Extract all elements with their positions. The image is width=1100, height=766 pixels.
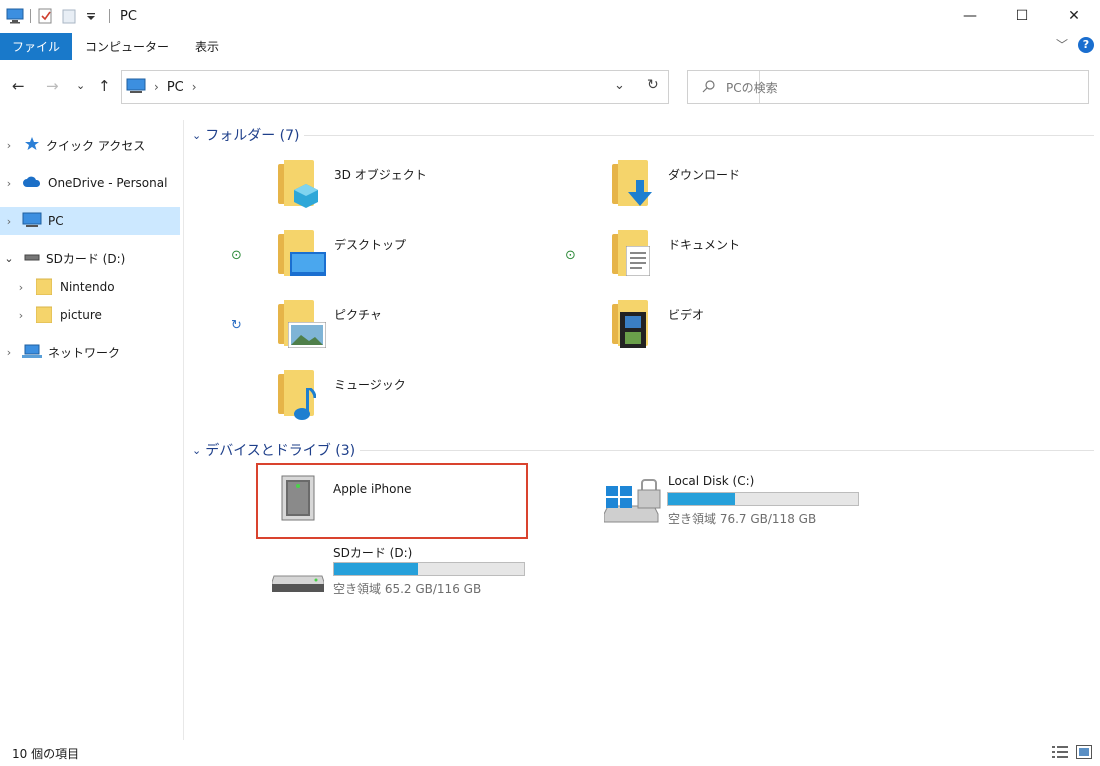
minimize-button[interactable]: — (944, 0, 996, 32)
chevron-right-icon[interactable]: › (0, 177, 18, 190)
cloud-icon (22, 175, 42, 192)
pc-icon (126, 78, 146, 97)
chevron-right-icon[interactable]: › (12, 309, 30, 322)
nav-item-sd-card[interactable]: ⌄ SDカード (D:) (0, 245, 180, 271)
address-bar[interactable]: › PC › ⌄ ↻ (121, 70, 760, 104)
window-title: PC (120, 8, 137, 24)
navigation-pane: › クイック アクセス › OneDrive - Personal › PC ⌄… (0, 120, 184, 740)
pc-icon[interactable] (6, 8, 24, 24)
sync-ok-icon: ⊙ (565, 248, 576, 263)
drive-tile-sd-card-d[interactable]: SDカード (D:) 空き領域 65.2 GB/116 GB (271, 540, 542, 600)
nav-label: ネットワーク (48, 345, 121, 360)
sync-ok-icon: ⊙ (231, 248, 242, 263)
drive-icon (24, 251, 40, 265)
nav-item-network[interactable]: › ネットワーク (0, 339, 180, 365)
address-row: ← → ⌄ ↑ › PC › ⌄ ↻ PCの検索 (0, 68, 1100, 106)
chevron-down-icon: ⌄ (192, 443, 202, 457)
folder-tile-documents[interactable]: ドキュメント (612, 230, 862, 286)
address-dropdown-icon[interactable]: ⌄ (614, 78, 625, 93)
close-button[interactable]: ✕ (1048, 0, 1100, 32)
tab-file[interactable]: ファイル (0, 33, 73, 60)
drive-tile-local-disk-c[interactable]: Local Disk (C:) 空き領域 76.7 GB/118 GB (603, 470, 874, 531)
quick-access-toolbar: PC (0, 0, 137, 32)
nav-item-nintendo[interactable]: › Nintendo (0, 274, 180, 300)
title-bar: PC — ☐ ✕ (0, 0, 1100, 32)
network-icon (22, 343, 42, 362)
folder-tile-pictures[interactable]: ピクチャ (278, 300, 528, 356)
back-button[interactable]: ← (12, 77, 25, 95)
new-folder-icon[interactable] (61, 8, 79, 24)
removable-drive-icon (271, 570, 325, 597)
customize-toolbar-icon[interactable] (85, 8, 103, 24)
nav-label: クイック アクセス (46, 138, 146, 153)
chevron-down-icon[interactable]: ⌄ (0, 252, 18, 265)
maximize-button[interactable]: ☐ (996, 0, 1048, 32)
folder-tile-3d-objects[interactable]: 3D オブジェクト (278, 160, 528, 216)
sync-pending-icon: ↻ (231, 318, 242, 333)
search-placeholder: PCの検索 (726, 80, 778, 95)
system-drive-icon (603, 472, 662, 531)
star-icon (24, 136, 40, 155)
highlight-box (256, 463, 528, 539)
tab-view[interactable]: 表示 (182, 33, 232, 60)
chevron-right-icon[interactable]: › (0, 215, 18, 228)
nav-label: PC (48, 214, 64, 228)
storage-usage-fill (668, 493, 735, 505)
recent-locations-button[interactable]: ⌄ (76, 79, 85, 92)
folder-tile-videos[interactable]: ビデオ (612, 300, 862, 356)
expand-ribbon-icon[interactable]: ﹀ (1056, 36, 1068, 53)
ribbon-tabs: ファイル コンピューター 表示 ﹀ ? (0, 33, 1100, 60)
breadcrumb-separator[interactable]: › (154, 80, 159, 94)
details-view-icon[interactable] (1052, 745, 1068, 759)
chevron-right-icon[interactable]: › (0, 346, 18, 359)
nav-label: Nintendo (60, 280, 115, 294)
folder-tile-desktop[interactable]: デスクトップ (278, 230, 528, 286)
help-icon[interactable]: ? (1078, 36, 1094, 53)
chevron-right-icon[interactable]: › (0, 139, 18, 152)
nav-item-onedrive[interactable]: › OneDrive - Personal (0, 170, 180, 196)
storage-usage-bar (667, 492, 859, 506)
group-header-folders[interactable]: ⌄ フォルダー (7) (192, 125, 300, 145)
nav-item-quick-access[interactable]: › クイック アクセス (0, 132, 180, 158)
folder-icon (35, 305, 53, 326)
nav-label: OneDrive - Personal (48, 176, 168, 190)
storage-usage-bar (333, 562, 525, 576)
tab-computer[interactable]: コンピューター (72, 33, 182, 60)
status-bar: 10 個の項目 (0, 740, 1100, 766)
properties-icon[interactable] (37, 8, 55, 24)
search-input[interactable]: PCの検索 (687, 70, 1089, 104)
chevron-down-icon: ⌄ (192, 128, 202, 142)
pc-icon (22, 212, 42, 231)
group-header-devices[interactable]: ⌄ デバイスとドライブ (3) (192, 440, 355, 460)
folder-tile-downloads[interactable]: ダウンロード (612, 160, 862, 216)
up-button[interactable]: ↑ (98, 77, 111, 95)
nav-label: picture (60, 308, 102, 322)
breadcrumb-separator[interactable]: › (192, 80, 197, 94)
item-count: 10 個の項目 (12, 746, 80, 761)
nav-label: SDカード (D:) (46, 251, 126, 266)
forward-button[interactable]: → (46, 77, 59, 95)
storage-usage-fill (334, 563, 418, 575)
folder-icon (35, 277, 53, 298)
breadcrumb-pc[interactable]: PC (167, 80, 184, 95)
folder-tile-music[interactable]: ミュージック (278, 370, 528, 426)
search-icon (702, 79, 716, 96)
chevron-right-icon[interactable]: › (12, 281, 30, 294)
nav-item-pc[interactable]: › PC (0, 207, 180, 235)
large-icons-view-icon[interactable] (1076, 745, 1092, 759)
nav-item-picture[interactable]: › picture (0, 302, 180, 328)
refresh-icon[interactable]: ↻ (647, 77, 659, 93)
